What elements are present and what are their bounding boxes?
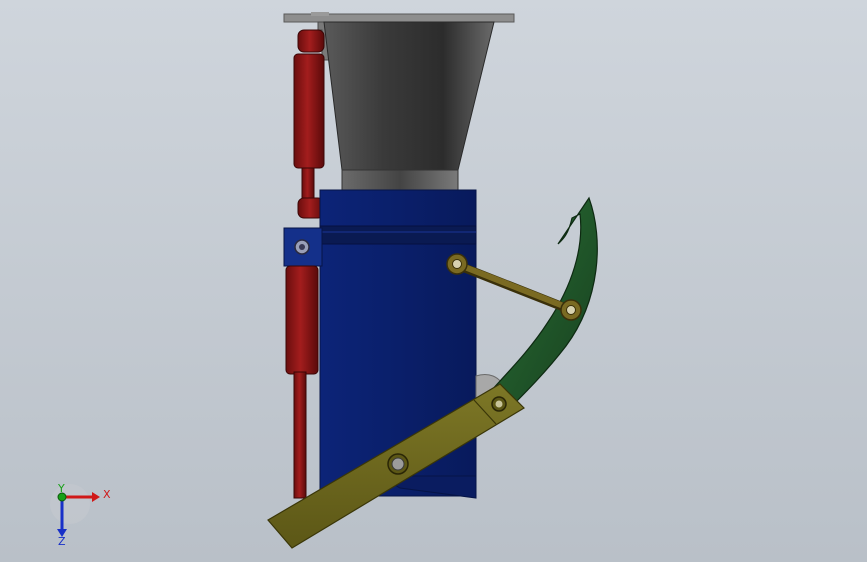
mount-pin-hole	[299, 244, 305, 250]
lower-cylinder-barrel[interactable]	[285, 265, 319, 375]
model-canvas[interactable]: X Y Z	[0, 0, 867, 562]
rod-end-upper-hole	[452, 259, 462, 269]
triad-z-label: Z	[58, 535, 66, 548]
rod-end-lower-hole	[566, 305, 576, 315]
flange-lip	[311, 12, 329, 16]
upper-cylinder-barrel[interactable]	[293, 53, 325, 169]
lower-cylinder-rod	[293, 371, 307, 499]
cad-viewport[interactable]: X Y Z	[0, 0, 867, 562]
upper-cylinder-clevis	[297, 29, 325, 53]
hopper-neck	[341, 169, 459, 191]
upper-cylinder-rod	[301, 167, 315, 199]
triad-y-label: Y	[57, 482, 65, 495]
link-arm-end-pin-hole	[495, 400, 503, 408]
link-arm-pivot-hole	[391, 457, 405, 471]
housing-band	[319, 225, 477, 245]
triad-x-label: X	[103, 488, 111, 501]
triad-shadow	[50, 484, 90, 524]
